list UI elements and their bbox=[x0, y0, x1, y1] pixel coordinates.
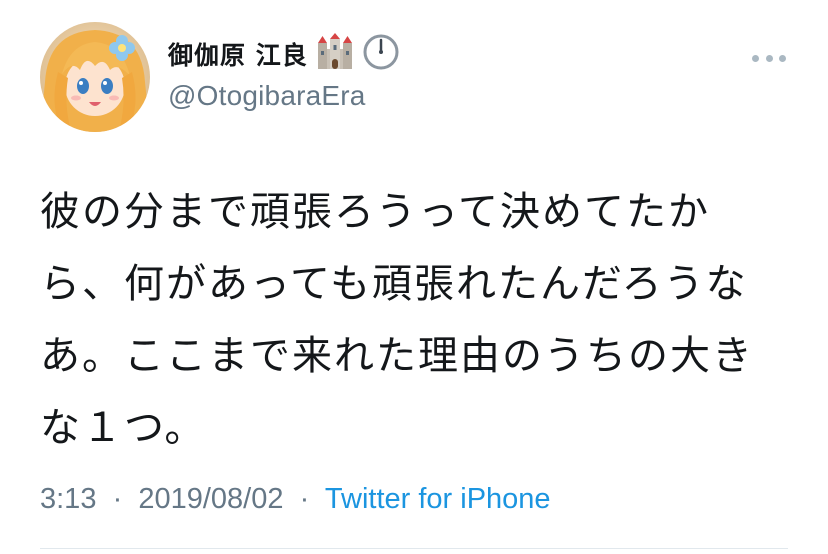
castle-emoji-icon bbox=[316, 33, 354, 75]
user-handle[interactable]: @OtogibaraEra bbox=[168, 80, 400, 112]
tweet-source-link[interactable]: Twitter for iPhone bbox=[325, 483, 551, 515]
display-name[interactable]: 御伽原 江良 bbox=[168, 36, 308, 72]
tweet-text-line: な１つ。 bbox=[40, 405, 207, 451]
avatar[interactable] bbox=[40, 22, 150, 132]
tweet-text-line: ら、何があっても頑張れたんだろうな bbox=[40, 261, 748, 307]
more-options-icon[interactable] bbox=[752, 50, 786, 66]
tweet-header: 御伽原 江良 @OtogibaraEra bbox=[168, 33, 400, 112]
tweet-time[interactable]: 3:13 bbox=[40, 483, 96, 515]
meta-separator: · bbox=[291, 483, 318, 515]
tweet-text-line: 彼の分まで頑張ろうって決めてたか bbox=[40, 189, 710, 235]
tweet-date[interactable]: 2019/08/02 bbox=[138, 483, 283, 515]
tweet-text: 彼の分まで頑張ろうって決めてたか ら、何があっても頑張れたんだろうな あ。ここま… bbox=[40, 176, 800, 464]
divider bbox=[40, 548, 788, 549]
tweet-meta: 3:13 · 2019/08/02 · Twitter for iPhone bbox=[40, 483, 551, 516]
meta-separator: · bbox=[104, 483, 131, 515]
avatar-image bbox=[40, 22, 150, 132]
name-row: 御伽原 江良 bbox=[168, 33, 400, 75]
tweet-card: 御伽原 江良 @OtogibaraEra 彼の分まで頑張ろうって決めてたか ら、… bbox=[0, 0, 828, 554]
tweet-text-line: あ。ここまで来れた理由のうちの大き bbox=[40, 333, 754, 379]
clock-emoji-icon bbox=[362, 33, 400, 75]
